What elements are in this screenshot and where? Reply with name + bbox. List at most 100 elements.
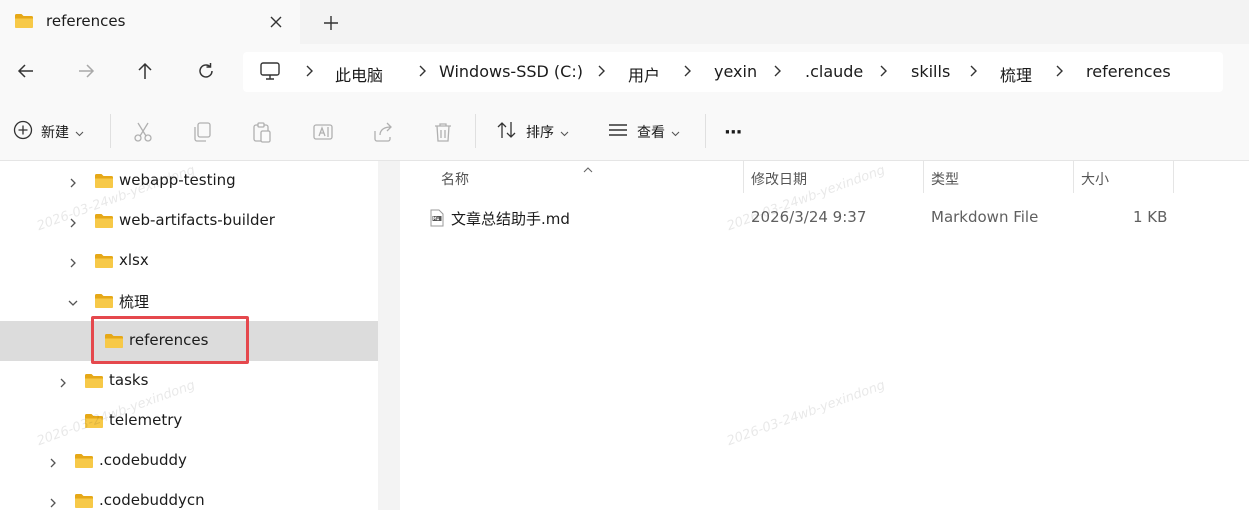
sort-icon	[496, 120, 518, 144]
pane-splitter[interactable]	[378, 161, 400, 510]
view-button[interactable]: 查看	[607, 121, 680, 143]
sort-ascending-icon	[582, 160, 594, 178]
folder-icon	[74, 453, 94, 473]
file-date: 2026/3/24 9:37	[751, 208, 867, 226]
tree-item-label: .codebuddy	[99, 451, 187, 469]
breadcrumb-item[interactable]: 梳理	[1000, 62, 1032, 86]
folder-icon	[94, 173, 114, 193]
tree-item-webapp-testing[interactable]: webapp-testing	[0, 161, 378, 201]
close-icon[interactable]	[266, 12, 286, 32]
markdown-file-icon	[430, 209, 444, 231]
file-name: 文章总结助手.md	[451, 210, 570, 228]
chevron-right-icon	[1053, 63, 1067, 79]
column-header-size[interactable]: 大小	[1081, 169, 1109, 189]
folder-icon	[94, 213, 114, 233]
tree-item-label: telemetry	[109, 411, 183, 429]
tab-references[interactable]: references	[0, 0, 300, 44]
copy-icon[interactable]	[192, 121, 212, 143]
command-bar: 新建 排序 查看 ···	[0, 100, 1249, 161]
tab-bar: references	[0, 0, 1249, 44]
chevron-right-icon[interactable]	[47, 495, 59, 508]
breadcrumb-item[interactable]: skills	[911, 62, 950, 81]
column-header-date[interactable]: 修改日期	[751, 169, 807, 189]
tree-item-codebuddycn[interactable]: .codebuddycn	[0, 481, 378, 510]
arrow-right-icon[interactable]	[75, 60, 97, 82]
tree-item-label: web-artifacts-builder	[119, 211, 275, 229]
tree-item-telemetry[interactable]: telemetry	[0, 401, 378, 441]
arrow-left-icon[interactable]	[15, 60, 37, 82]
chevron-down-icon	[560, 123, 569, 141]
chevron-right-icon	[877, 63, 891, 79]
new-button[interactable]: 新建	[13, 120, 84, 144]
column-separator[interactable]	[1073, 161, 1074, 193]
file-type: Markdown File	[931, 208, 1039, 226]
breadcrumb-item[interactable]: yexin	[714, 62, 757, 81]
column-separator[interactable]	[1173, 161, 1174, 193]
folder-icon	[14, 13, 34, 33]
highlight-annotation	[91, 316, 249, 364]
tree-item-label: tasks	[109, 371, 149, 389]
tree-item-xlsx[interactable]: xlsx	[0, 241, 378, 281]
plus-circle-icon	[13, 120, 33, 144]
view-label: 查看	[637, 125, 665, 141]
chevron-right-icon	[416, 63, 430, 79]
rename-icon[interactable]	[312, 121, 334, 143]
chevron-right-icon	[771, 63, 785, 79]
chevron-right-icon	[967, 63, 981, 79]
sort-button[interactable]: 排序	[496, 121, 569, 143]
chevron-down-icon	[75, 123, 84, 141]
tree-item-label: webapp-testing	[119, 171, 236, 189]
column-header-type[interactable]: 类型	[931, 169, 959, 189]
chevron-right-icon[interactable]	[47, 455, 59, 468]
breadcrumb-item[interactable]: .claude	[805, 62, 863, 81]
paste-icon[interactable]	[252, 121, 272, 143]
separator	[705, 114, 706, 148]
file-size: 1 KB	[1133, 208, 1168, 226]
more-options-icon[interactable]: ···	[724, 121, 742, 143]
folder-icon	[94, 293, 114, 313]
tree-item-label: xlsx	[119, 251, 149, 269]
separator	[475, 114, 476, 148]
plus-icon[interactable]	[320, 12, 342, 34]
folder-icon	[94, 253, 114, 273]
refresh-icon[interactable]	[195, 60, 217, 82]
new-label: 新建	[41, 125, 69, 141]
tree-item-web-artifacts-builder[interactable]: web-artifacts-builder	[0, 201, 378, 241]
folder-icon	[74, 493, 94, 510]
share-icon[interactable]	[372, 121, 394, 143]
breadcrumb-item-current[interactable]: references	[1086, 62, 1171, 81]
breadcrumb-item[interactable]: 此电脑	[335, 62, 383, 86]
arrow-up-icon[interactable]	[134, 60, 156, 82]
column-separator[interactable]	[743, 161, 744, 193]
chevron-right-icon	[681, 63, 695, 79]
tree-item-codebuddy[interactable]: .codebuddy	[0, 441, 378, 481]
folder-icon	[84, 373, 104, 393]
chevron-down-icon	[671, 123, 680, 141]
file-list[interactable]: 名称 修改日期 类型 大小 文章总结助手.md 2026/3/24 9:37 M…	[400, 161, 1249, 510]
chevron-right-icon[interactable]	[57, 375, 69, 388]
tree-item-shuli[interactable]: 梳理	[0, 281, 378, 321]
chevron-right-icon	[303, 63, 317, 79]
breadcrumb-item[interactable]: 用户	[628, 62, 660, 86]
chevron-down-icon[interactable]	[67, 295, 79, 307]
separator	[110, 114, 111, 148]
monitor-icon[interactable]	[259, 61, 281, 85]
folder-icon	[84, 413, 104, 433]
view-list-icon	[607, 120, 629, 144]
navigation-pane[interactable]: webapp-testing web-artifacts-builder xls…	[0, 161, 378, 510]
cut-icon[interactable]	[133, 121, 153, 143]
tree-item-label: 梳理	[119, 293, 150, 311]
chevron-right-icon[interactable]	[67, 215, 79, 228]
tab-title: references	[46, 12, 126, 30]
chevron-right-icon[interactable]	[67, 255, 79, 268]
column-header-name[interactable]: 名称	[441, 169, 469, 189]
chevron-right-icon	[595, 63, 609, 79]
tree-item-label: .codebuddycn	[99, 491, 205, 509]
delete-icon[interactable]	[433, 121, 453, 143]
address-bar[interactable]: 此电脑 Windows-SSD (C:) 用户 yexin .claude sk…	[243, 52, 1223, 92]
tree-item-tasks[interactable]: tasks	[0, 361, 378, 401]
chevron-right-icon[interactable]	[67, 175, 79, 188]
file-row[interactable]: 文章总结助手.md 2026/3/24 9:37 Markdown File 1…	[400, 203, 1249, 233]
column-separator[interactable]	[923, 161, 924, 193]
breadcrumb-item[interactable]: Windows-SSD (C:)	[439, 62, 583, 81]
